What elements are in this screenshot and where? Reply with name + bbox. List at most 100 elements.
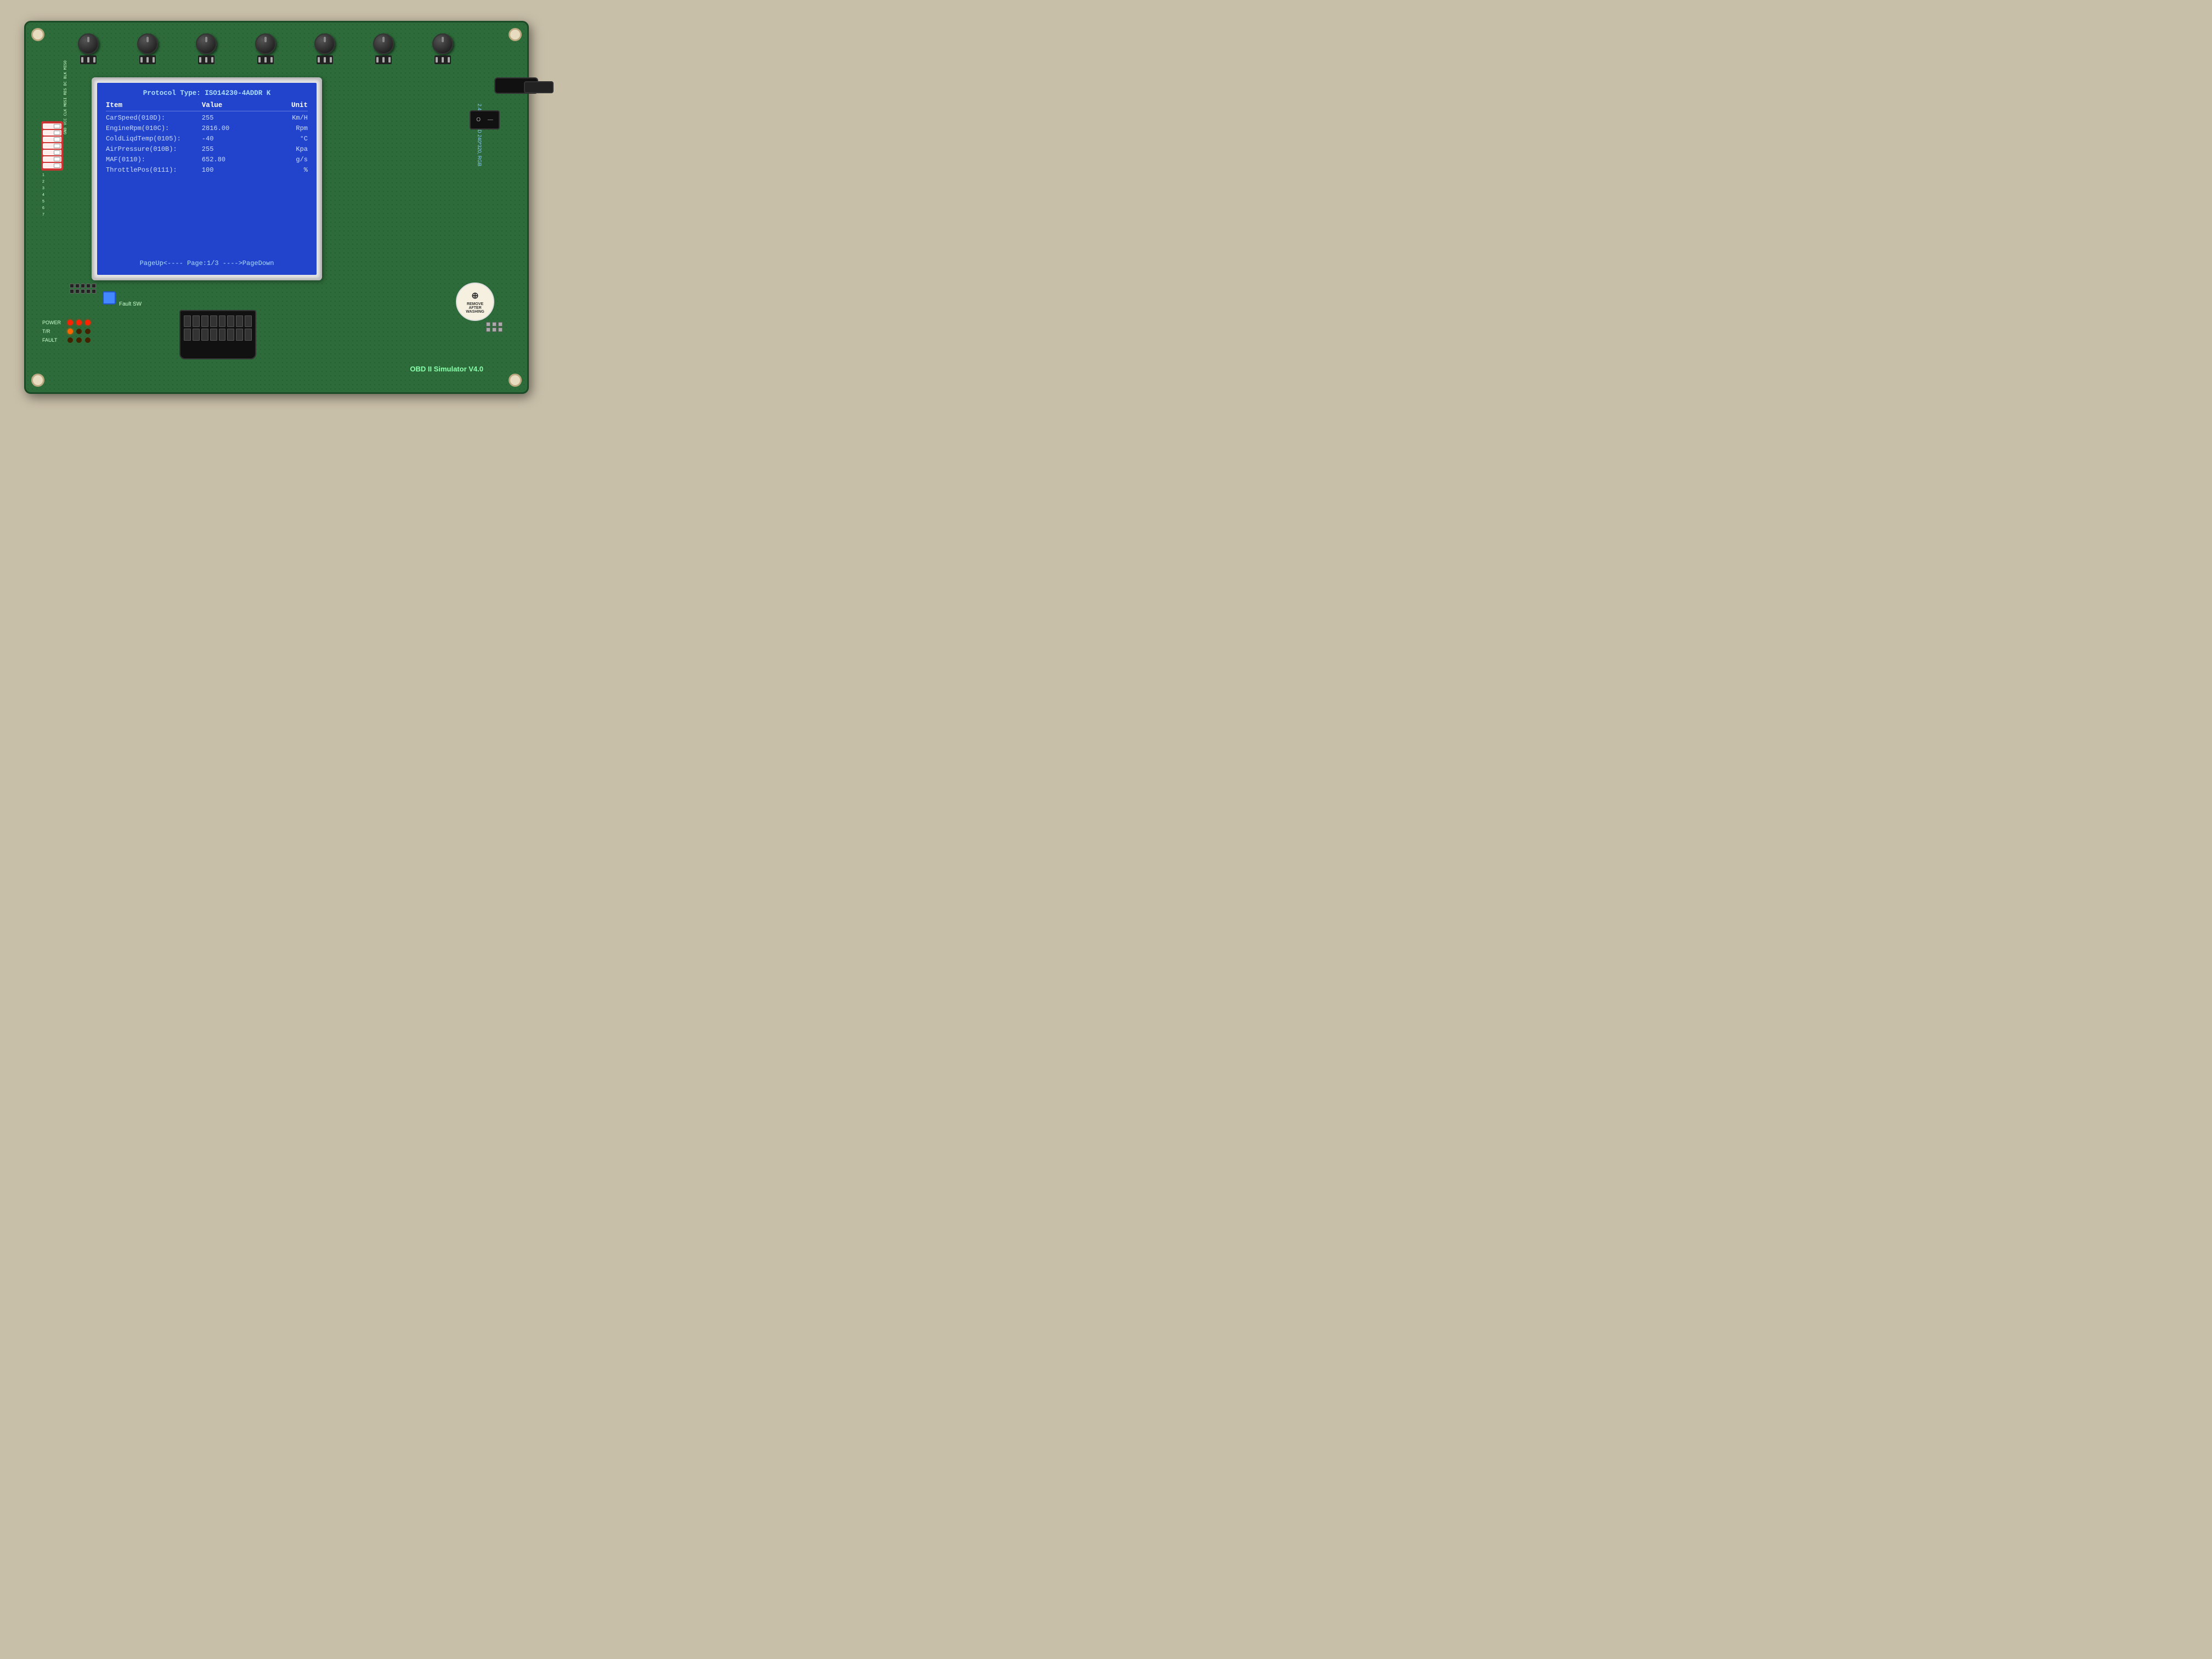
- encoder-pin: [382, 57, 385, 63]
- encoder-knob-1[interactable]: [78, 33, 99, 54]
- encoder-body-1: [80, 55, 97, 64]
- dip-label-1: 1: [42, 172, 63, 179]
- dip-label-7: 7: [42, 212, 63, 218]
- left-pin: [81, 289, 85, 294]
- encoder-pin: [330, 57, 332, 63]
- obd-pin: [236, 329, 243, 340]
- led-tr-1: [67, 329, 73, 334]
- encoder-5[interactable]: [314, 33, 335, 64]
- left-pin: [75, 284, 80, 288]
- encoder-2[interactable]: [137, 33, 158, 64]
- encoder-1[interactable]: [78, 33, 99, 64]
- data-row-3: AirPressure(010B): 255 Kpa: [106, 145, 308, 153]
- left-pin: [70, 289, 74, 294]
- cable-connector: [494, 77, 538, 94]
- dip-switch-3[interactable]: [43, 137, 61, 142]
- obd-pin: [219, 329, 226, 340]
- obd-port[interactable]: [179, 310, 256, 359]
- encoder-pin: [388, 57, 391, 63]
- dip-label-2: 2: [42, 179, 63, 185]
- header-pin-group-2: [492, 322, 496, 332]
- lcd-header-row: Item Value Unit: [106, 101, 308, 111]
- header-pin: [492, 322, 496, 326]
- lcd-container: Protocol Type: ISO14230-4ADDR K Item Val…: [92, 77, 322, 280]
- led-power-1: [67, 320, 73, 325]
- encoder-3[interactable]: [196, 33, 217, 64]
- row0-value: 255: [202, 114, 252, 122]
- encoder-pin: [448, 57, 450, 63]
- encoder-knob-4[interactable]: [255, 33, 276, 54]
- encoder-body-5: [317, 55, 333, 64]
- row2-item: ColdLiqdTemp(0105):: [106, 135, 197, 143]
- encoder-knob-3[interactable]: [196, 33, 217, 54]
- row5-unit: %: [257, 166, 308, 174]
- dip-switch-1[interactable]: [43, 123, 61, 129]
- data-row-1: EngineRpm(010C): 2816.00 Rpm: [106, 125, 308, 132]
- dip-labels: 1 2 3 4 5 6 7: [41, 172, 63, 218]
- encoder-pin: [376, 57, 379, 63]
- obd-pin: [201, 315, 208, 327]
- encoder-body-6: [375, 55, 392, 64]
- encoder-knob-6[interactable]: [373, 33, 394, 54]
- header-pin: [498, 328, 503, 332]
- led-label-fault: FAULT: [42, 337, 64, 343]
- encoder-body-7: [435, 55, 451, 64]
- encoder-4[interactable]: [255, 33, 276, 64]
- encoder-6[interactable]: [373, 33, 394, 64]
- dip-switch-5[interactable]: [43, 150, 61, 155]
- dip-switch-4[interactable]: [43, 143, 61, 149]
- obd-pin: [219, 315, 226, 327]
- encoder-knob-5[interactable]: [314, 33, 335, 54]
- dip-switch-2[interactable]: [43, 130, 61, 136]
- obd-pin: [227, 329, 234, 340]
- row1-value: 2816.00: [202, 125, 252, 132]
- encoder-pin: [93, 57, 95, 63]
- dip-switch-7[interactable]: [43, 163, 61, 168]
- power-switch[interactable]: O —: [470, 110, 500, 129]
- obd-pin: [245, 329, 252, 340]
- row3-unit: Kpa: [257, 145, 308, 153]
- encoder-pin: [442, 57, 444, 63]
- encoder-pin: [258, 57, 261, 63]
- switch-on-label: —: [488, 117, 493, 123]
- encoder-knob-2[interactable]: [137, 33, 158, 54]
- header-pin: [498, 322, 503, 326]
- left-pin: [70, 284, 74, 288]
- left-pin: [92, 289, 96, 294]
- row4-value: 652.80: [202, 156, 252, 163]
- obd-pin: [184, 329, 191, 340]
- encoder-pin: [211, 57, 213, 63]
- fault-sw-label: Fault SW: [119, 301, 142, 307]
- dip-label-3: 3: [42, 185, 63, 192]
- mounting-hole-br: [509, 374, 522, 387]
- dip-switch-6[interactable]: [43, 156, 61, 162]
- data-row-2: ColdLiqdTemp(0105): -40 °C: [106, 135, 308, 143]
- encoder-7[interactable]: [432, 33, 453, 64]
- lcd-footer: PageUp<---- Page:1/3 ---->PageDown: [103, 259, 311, 267]
- protocol-label: Protocol Type:: [143, 89, 201, 97]
- encoder-pin: [436, 57, 438, 63]
- encoders-row: [59, 27, 472, 71]
- trimmer-potentiometer[interactable]: [103, 291, 116, 304]
- row1-unit: Rpm: [257, 125, 308, 132]
- header-value: Value: [202, 101, 252, 109]
- encoder-body-2: [139, 55, 156, 64]
- dip-label-4: 4: [42, 192, 63, 199]
- led-tr-2: [76, 329, 82, 334]
- left-pin: [75, 289, 80, 294]
- obd-pin: [184, 315, 191, 327]
- mounting-hole-tr: [509, 28, 522, 41]
- encoder-pin: [199, 57, 201, 63]
- encoder-pin: [205, 57, 207, 63]
- protocol-value: ISO14230-4ADDR K: [205, 89, 270, 97]
- encoder-body-3: [198, 55, 215, 64]
- encoder-pin: [81, 57, 83, 63]
- obd-pin: [193, 329, 200, 340]
- remove-after-washing-sticker: REMOVE AFTER WASHING: [456, 283, 494, 321]
- data-row-5: ThrottlePos(0111): 100 %: [106, 166, 308, 174]
- encoder-knob-7[interactable]: [432, 33, 453, 54]
- left-pin: [86, 289, 91, 294]
- header-pin: [492, 328, 496, 332]
- obd-pin: [210, 315, 217, 327]
- led-fault-2: [76, 337, 82, 343]
